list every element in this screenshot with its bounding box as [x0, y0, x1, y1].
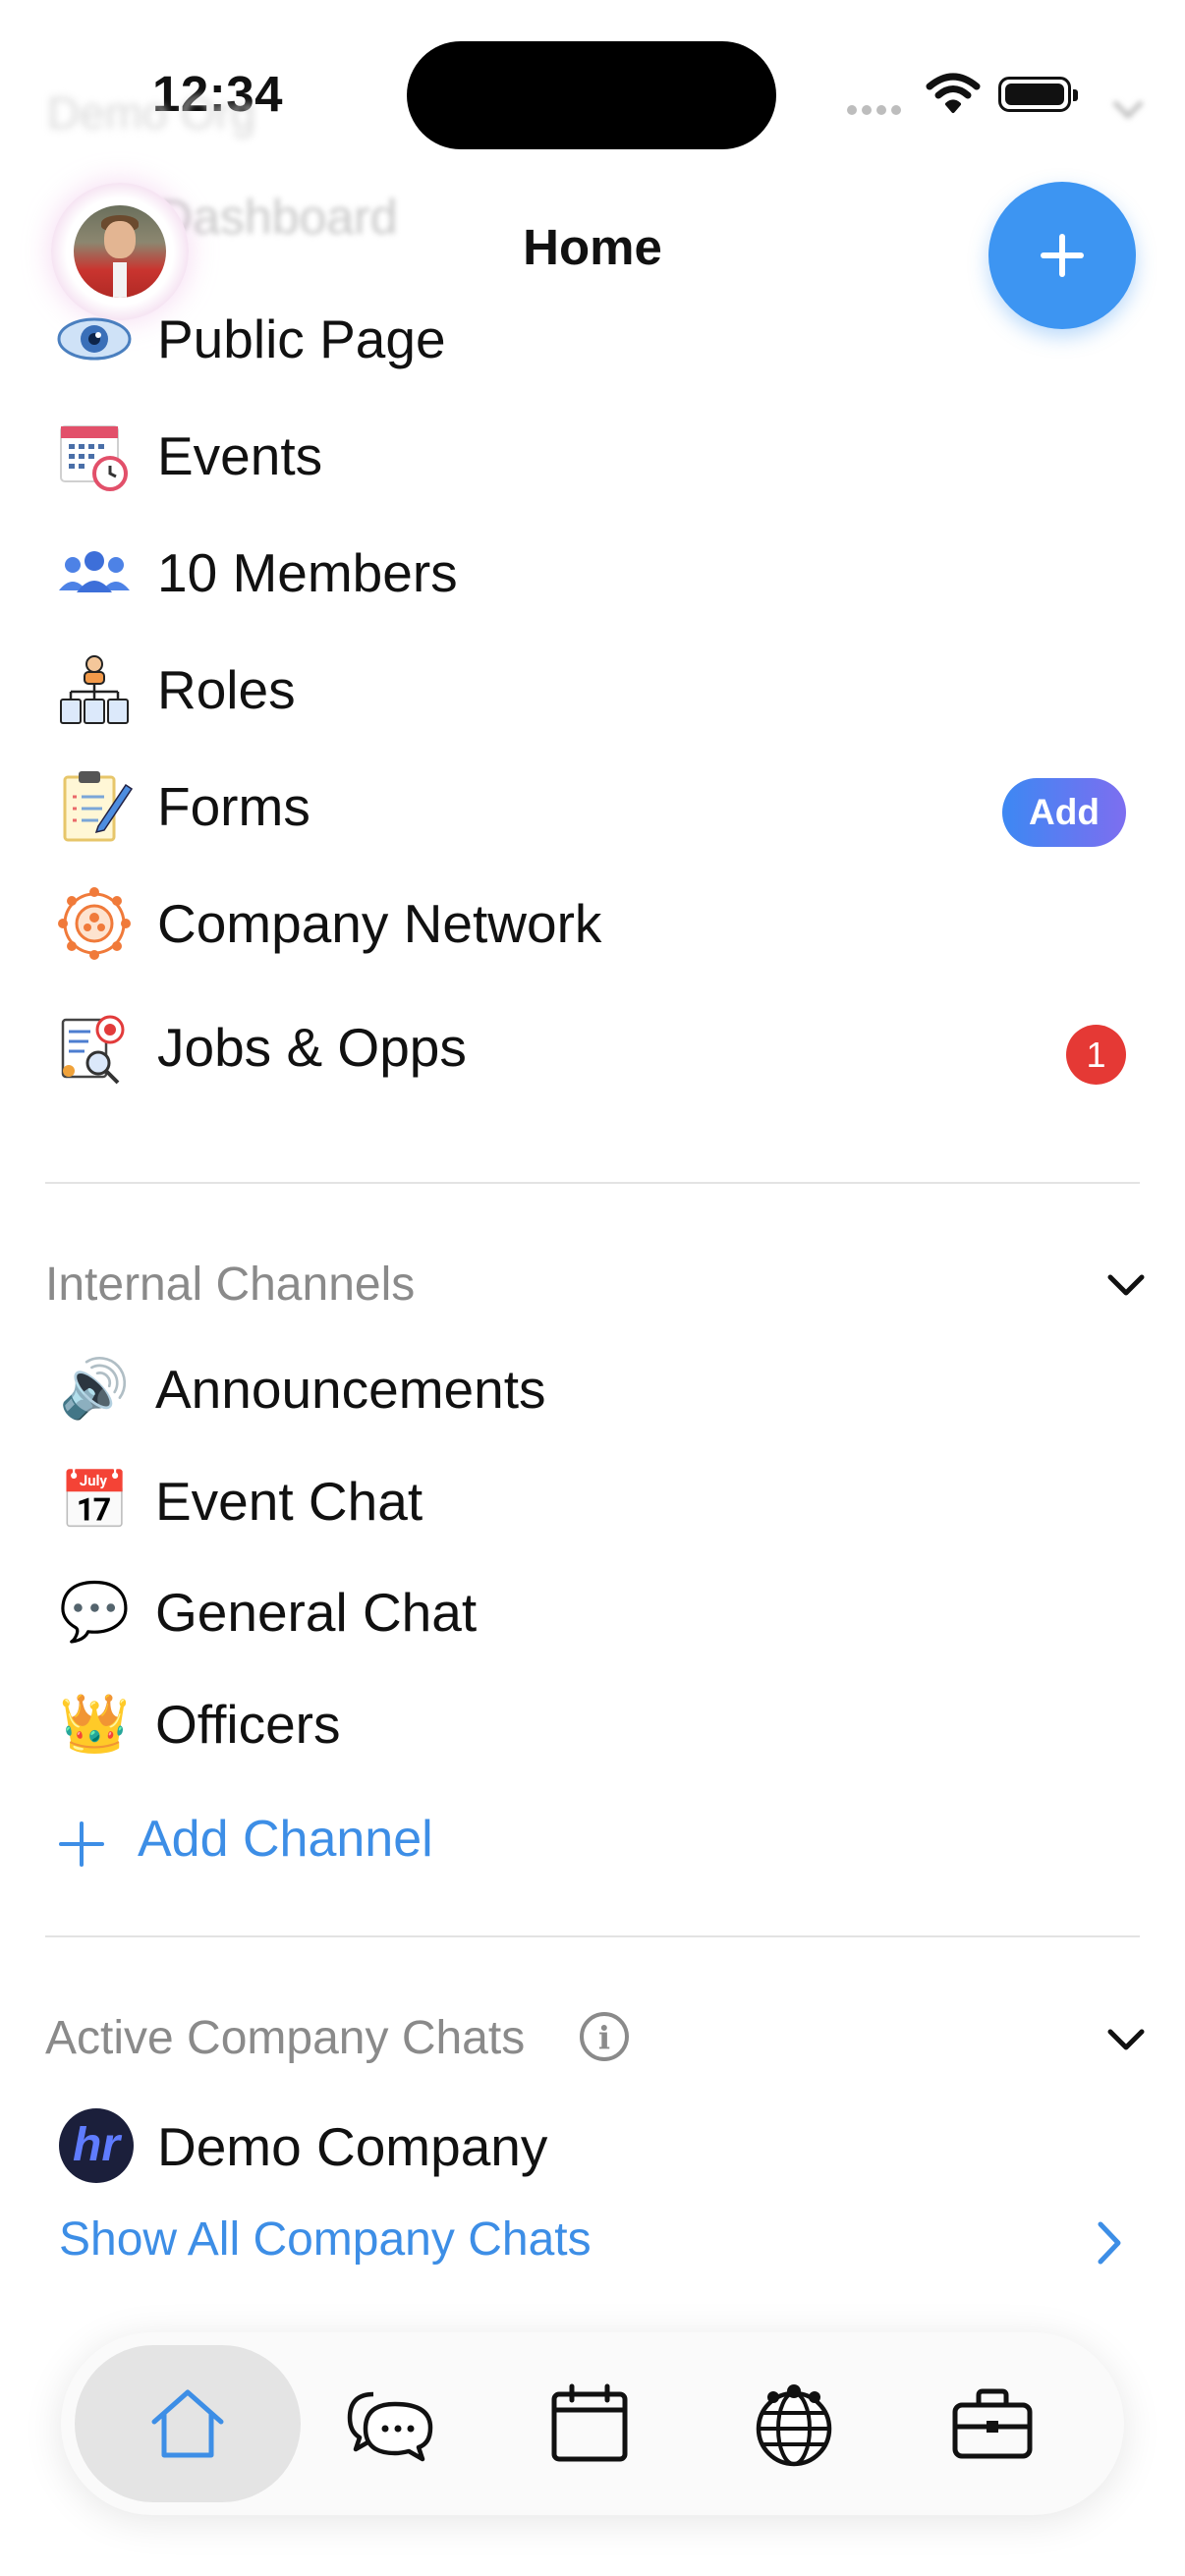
- menu-item-members[interactable]: 10 Members: [0, 519, 1185, 627]
- chat-bubbles-icon: [347, 2391, 433, 2462]
- tab-calendar[interactable]: [511, 2345, 668, 2502]
- menu-item-label: Roles: [157, 659, 296, 720]
- org-name-ghost: Demo Org: [47, 87, 256, 139]
- company-chat-demo-company[interactable]: hr Demo Company: [0, 2093, 1185, 2201]
- channel-officers[interactable]: 👑 Officers: [0, 1670, 1185, 1778]
- channel-label: Event Chat: [155, 1471, 423, 1532]
- network-icon: [58, 887, 131, 960]
- channel-event-chat[interactable]: 📅 Event Chat: [0, 1447, 1185, 1555]
- menu-item-label: Jobs & Opps: [157, 1017, 467, 1078]
- internal-channels-heading: Internal Channels: [45, 1259, 416, 1311]
- add-channel-label: Add Channel: [138, 1811, 433, 1868]
- battery-icon: [998, 77, 1078, 112]
- channel-label: General Chat: [155, 1582, 478, 1643]
- speaker-icon: 🔊: [59, 1357, 131, 1421]
- tab-jobs[interactable]: [914, 2345, 1071, 2502]
- chevron-right-icon[interactable]: [1093, 2218, 1126, 2268]
- divider: [45, 1182, 1140, 1184]
- channel-announcements[interactable]: 🔊 Announcements: [0, 1335, 1185, 1443]
- channel-general-chat[interactable]: 💬 General Chat: [0, 1558, 1185, 1666]
- plus-icon: [59, 1821, 104, 1867]
- info-icon[interactable]: i: [580, 2012, 629, 2061]
- menu-item-public-page[interactable]: Public Page: [0, 285, 1185, 393]
- menu-item-label: Events: [157, 425, 323, 486]
- dynamic-island: [407, 41, 776, 149]
- menu-item-label: Public Page: [157, 308, 446, 369]
- tab-bar: [61, 2332, 1124, 2515]
- menu-item-label: Forms: [157, 776, 310, 837]
- menu-item-forms[interactable]: Forms Add: [0, 753, 1185, 861]
- menu-item-company-network[interactable]: Company Network: [0, 869, 1185, 978]
- divider: [45, 1935, 1140, 1937]
- show-all-company-chats-link[interactable]: Show All Company Chats: [59, 2212, 592, 2267]
- company-label: Demo Company: [157, 2116, 548, 2177]
- menu-item-label: 10 Members: [157, 542, 458, 603]
- chevron-down-icon[interactable]: [1104, 1269, 1148, 1299]
- add-form-button[interactable]: Add: [1002, 778, 1126, 847]
- calendar-icon: [551, 2383, 628, 2462]
- tab-network[interactable]: [715, 2345, 873, 2502]
- signal-dots-icon: [847, 102, 906, 115]
- menu-item-label: Company Network: [157, 893, 602, 954]
- crown-icon: 👑: [59, 1692, 131, 1756]
- people-icon: [59, 551, 130, 592]
- calendar-icon: 📅: [59, 1469, 131, 1533]
- speech-bubble-icon: 💬: [59, 1580, 131, 1644]
- company-logo: hr: [59, 2108, 134, 2183]
- calendar-clock-icon: [60, 425, 128, 491]
- home-icon: [151, 2389, 224, 2458]
- menu-item-roles[interactable]: Roles: [0, 636, 1185, 744]
- chevron-down-icon[interactable]: [1104, 2024, 1148, 2053]
- target-search-icon: [61, 1015, 125, 1085]
- menu-item-events[interactable]: Events: [0, 402, 1185, 510]
- org-chart-icon: [60, 655, 129, 724]
- eye-icon: [57, 317, 132, 361]
- chevron-down-icon: [1112, 100, 1144, 120]
- globe-people-icon: [756, 2384, 832, 2467]
- channel-label: Announcements: [155, 1359, 546, 1420]
- tab-chats[interactable]: [312, 2345, 470, 2502]
- clipboard-pencil-icon: [63, 771, 134, 842]
- wifi-icon: [926, 73, 981, 113]
- menu-item-jobs-opps[interactable]: Jobs & Opps 1: [0, 993, 1185, 1101]
- tab-home[interactable]: [75, 2345, 301, 2502]
- notification-badge: 1: [1066, 1025, 1126, 1085]
- active-company-chats-heading: Active Company Chats: [45, 2012, 526, 2064]
- briefcase-icon: [952, 2388, 1033, 2459]
- channel-label: Officers: [155, 1694, 341, 1755]
